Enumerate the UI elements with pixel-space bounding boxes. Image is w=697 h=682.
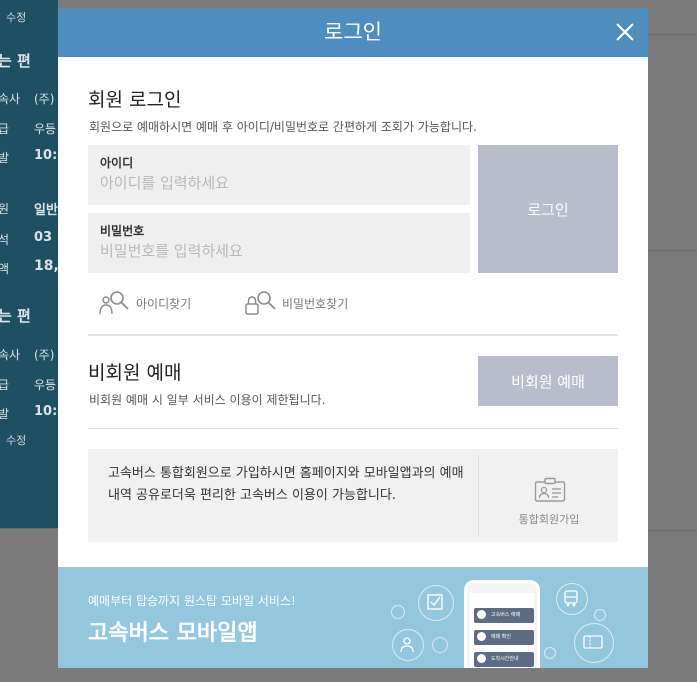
- find-id-icon: [99, 291, 129, 315]
- phone-menu-icon: [477, 654, 486, 663]
- bg-value: (주): [34, 92, 55, 106]
- find-password-icon: [245, 291, 276, 315]
- phone-menu-item: 도착시간안내: [474, 652, 534, 667]
- bg-value: (주): [34, 348, 55, 362]
- member-login-description: 회원으로 예매하시면 예매 후 아이디/비밀번호로 간편하게 조회가 가능합니다…: [89, 120, 477, 134]
- member-login-title: 회원 로그인: [88, 89, 182, 111]
- decor-circle: [432, 637, 448, 653]
- phone-menu-item: 예매 확인: [474, 630, 534, 645]
- bg-value: 18,: [34, 258, 58, 274]
- phone-menu-label: 예매 확인: [491, 634, 511, 640]
- ticket-icon: [583, 635, 603, 649]
- background-sidebar: 수정 는 편 속사 (주) 급 우등 발 10:0 원 일반 석 03 액 18…: [0, 0, 58, 528]
- join-member-button[interactable]: 통합회원가입: [480, 449, 618, 542]
- phone-menu-label: 고속버스 예매: [491, 612, 521, 618]
- find-id-link[interactable]: 아이디찾기: [98, 290, 191, 316]
- background-right-panel: [648, 0, 697, 682]
- bg-field: 석: [0, 233, 10, 247]
- login-button[interactable]: 로그인: [478, 145, 618, 273]
- phone-menu-label: 도착시간안내: [491, 656, 519, 662]
- find-password-label: 비밀번호찾기: [282, 296, 349, 311]
- join-member-label: 통합회원가입: [518, 513, 580, 526]
- guest-description: 비회원 예매 시 일부 서비스 이용이 제한됩니다.: [89, 393, 326, 407]
- decor-circle: [544, 647, 556, 659]
- join-box: 고속버스 통합회원으로 가입하시면 홈페이지와 모바일앱과의 예매내역 공유로더…: [88, 449, 618, 542]
- person-icon: [400, 637, 414, 653]
- bus-icon: [564, 590, 578, 607]
- join-description: 고속버스 통합회원으로 가입하시면 홈페이지와 모바일앱과의 예매내역 공유로더…: [108, 466, 464, 503]
- bg-field: 속사: [0, 348, 21, 362]
- bg-value: 우등: [34, 122, 57, 136]
- close-icon: [616, 23, 634, 41]
- login-modal: 로그인 회원 로그인 회원으로 예매하시면 예매 후 아이디/비밀번호로 간편하…: [58, 8, 648, 668]
- bg-divider: [648, 530, 697, 531]
- bg-field: 발: [0, 151, 10, 165]
- decor-circle: [391, 605, 405, 619]
- decor-circle: [594, 609, 606, 621]
- password-field: 비밀번호: [88, 213, 470, 273]
- find-id-label: 아이디찾기: [136, 296, 192, 311]
- guest-title: 비회원 예매: [88, 362, 182, 384]
- bg-divider: [648, 250, 697, 251]
- id-field: 아이디: [88, 145, 470, 205]
- bg-value: 10:0: [34, 148, 58, 163]
- find-password-link[interactable]: 비밀번호찾기: [244, 290, 348, 316]
- bg-value: 일반: [34, 203, 58, 218]
- bg-edit-link: 수정: [6, 11, 27, 24]
- guest-reservation-button[interactable]: 비회원 예매: [478, 356, 618, 406]
- mobile-app-banner[interactable]: 예매부터 탑승까지 원스탑 모바일 서비스! 고속버스 모바일앱 고속버스 예매…: [58, 567, 648, 668]
- close-button[interactable]: [613, 20, 637, 44]
- phone-menu-icon: [477, 610, 486, 619]
- banner-subtitle: 예매부터 탑승까지 원스탑 모바일 서비스!: [88, 594, 296, 608]
- bg-divider: [648, 34, 697, 35]
- phone-screen: 고속버스 예매 예매 확인 도착시간안내: [470, 593, 534, 668]
- id-label: 아이디: [100, 156, 134, 170]
- modal-title: 로그인: [324, 20, 382, 44]
- bg-field: 급: [0, 122, 10, 136]
- phone-illustration: 고속버스 예매 예매 확인 도착시간안내: [464, 580, 540, 668]
- password-input[interactable]: [100, 239, 450, 263]
- bg-section-label: 는 편: [0, 307, 31, 325]
- phone-menu-icon: [477, 632, 486, 641]
- password-label: 비밀번호: [100, 224, 145, 238]
- bg-section-label: 는 편: [0, 52, 31, 70]
- checkbox-icon: [427, 594, 443, 610]
- bg-field: 액: [0, 262, 10, 276]
- join-separator: [478, 455, 479, 536]
- id-card-icon: [534, 477, 566, 502]
- section-divider: [88, 334, 618, 336]
- bg-value: 03: [34, 230, 53, 245]
- bg-field: 급: [0, 378, 10, 392]
- modal-header: 로그인: [58, 8, 648, 57]
- bg-field: 속사: [0, 92, 21, 106]
- bg-divider: [0, 528, 58, 529]
- bg-field: 원: [0, 202, 10, 216]
- bg-value: 10:4: [34, 404, 58, 419]
- bg-value: 우등: [34, 378, 57, 392]
- id-input[interactable]: [100, 171, 450, 195]
- banner-title: 고속버스 모바일앱: [88, 621, 258, 646]
- phone-menu-item: 고속버스 예매: [474, 608, 534, 623]
- bg-field: 발: [0, 407, 10, 421]
- section-divider: [88, 428, 618, 429]
- bg-edit-link: 수정: [6, 434, 27, 447]
